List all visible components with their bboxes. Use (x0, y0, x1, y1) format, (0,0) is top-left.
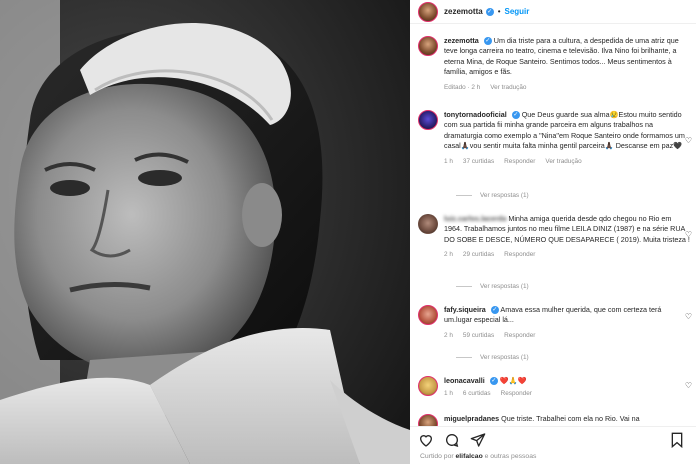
comment-time: 1 h (444, 390, 453, 398)
verified-icon: ✓ (483, 37, 492, 46)
heart-icon[interactable]: ♡ (685, 312, 692, 321)
share-icon[interactable] (470, 432, 486, 448)
replies-divider (456, 286, 472, 287)
liked-by-suffix[interactable]: e outras pessoas (485, 453, 537, 460)
verified-icon: ✓ (485, 7, 494, 16)
comment-likes[interactable]: 29 curtidas (463, 251, 494, 258)
comments-panel: zezemotta ✓ • Seguir zezemotta ✓ Um dia … (410, 0, 696, 464)
see-translation-link[interactable]: Ver tradução (545, 158, 581, 165)
comment-time: 2 h (444, 331, 453, 339)
comment-likes[interactable]: 59 curtidas (463, 332, 494, 339)
heart-icon[interactable] (418, 432, 434, 448)
comment-likes[interactable]: 6 curtidas (463, 390, 491, 397)
verified-icon: ✓ (489, 377, 498, 386)
separator-dot: • (497, 7, 501, 16)
comment-text: fafy.siqueira ✓ Amava essa mulher querid… (444, 305, 690, 326)
post-username[interactable]: zezemotta (444, 7, 483, 16)
post-header: zezemotta ✓ • Seguir (410, 0, 696, 24)
comment-meta: 2 h 29 curtidas Responder (444, 251, 690, 258)
replies-divider (456, 195, 472, 196)
avatar[interactable] (418, 36, 438, 56)
comment-item: leonacavalli ✓ ❤️🙏❤️ 1 h 6 curtidas Resp… (418, 376, 690, 397)
post-photo (0, 0, 410, 464)
reply-button[interactable]: Responder (501, 390, 532, 397)
avatar[interactable] (418, 376, 438, 396)
comment-meta: 1 h 6 curtidas Responder (444, 390, 532, 397)
liked-by-user[interactable]: elifalcao (456, 453, 483, 460)
view-replies-label[interactable]: Ver respostas (1) (480, 192, 529, 199)
avatar[interactable] (418, 110, 438, 130)
comment-text: miguelpradanes Que triste. Trabalhei com… (444, 414, 640, 424)
edited-label: Editado · 2 h (444, 83, 481, 91)
comment-meta: 2 h 59 curtidas Responder (444, 332, 690, 339)
comment-time: 1 h (444, 157, 453, 165)
verified-icon: ✓ (511, 111, 520, 120)
caption-text: zezemotta ✓ Um dia triste para a cultura… (444, 36, 690, 78)
comment-username[interactable]: tonytornadooficial (444, 110, 507, 119)
comment-username[interactable]: luiz.carlos.lacerda (444, 214, 506, 223)
comment-text: tonytornadooficial ✓ Que Deus guarde sua… (444, 110, 690, 152)
view-replies-label[interactable]: Ver respostas (1) (480, 283, 529, 290)
reply-button[interactable]: Responder (504, 251, 535, 258)
comment-username[interactable]: fafy.siqueira (444, 305, 486, 314)
caption: zezemotta ✓ Um dia triste para a cultura… (418, 36, 690, 91)
replies-divider (456, 357, 472, 358)
comment-body: ❤️🙏❤️ (499, 376, 527, 385)
heart-icon[interactable]: ♡ (685, 381, 692, 390)
heart-icon[interactable]: ♡ (685, 136, 692, 145)
comment-item: tonytornadooficial ✓ Que Deus guarde sua… (418, 110, 690, 165)
avatar[interactable] (418, 214, 438, 234)
see-translation-link[interactable]: Ver tradução (490, 84, 526, 91)
comment-icon[interactable] (444, 432, 460, 448)
caption-username[interactable]: zezemotta (444, 36, 479, 45)
view-replies-link[interactable]: Ver respostas (1) (456, 354, 529, 361)
comment-text: luiz.carlos.lacerda Minha amiga querida … (444, 214, 690, 245)
caption-body: Um dia triste para a cultura, a despedid… (444, 36, 679, 77)
liked-by: Curtido por elifalcao e outras pessoas (420, 453, 536, 460)
comment-item: fafy.siqueira ✓ Amava essa mulher querid… (418, 305, 690, 339)
liked-by-prefix: Curtido por (420, 453, 454, 460)
comment-likes[interactable]: 37 curtidas (463, 158, 494, 165)
view-replies-link[interactable]: Ver respostas (1) (456, 192, 529, 199)
avatar[interactable] (418, 1, 438, 22)
follow-button[interactable]: Seguir (505, 7, 530, 16)
comment-username[interactable]: miguelpradanes (444, 414, 499, 423)
comment-item: luiz.carlos.lacerda Minha amiga querida … (418, 214, 690, 258)
reply-button[interactable]: Responder (504, 158, 535, 165)
comment-meta: 1 h 37 curtidas Responder Ver tradução (444, 158, 690, 165)
heart-icon[interactable]: ♡ (685, 230, 692, 239)
action-bar (410, 426, 696, 452)
bookmark-icon[interactable] (670, 432, 684, 448)
comment-text: leonacavalli ✓ ❤️🙏❤️ (444, 376, 532, 386)
comment-body: Que triste. Trabalhei com ela no Rio. Va… (501, 414, 640, 423)
portrait-image (0, 0, 410, 464)
reply-button[interactable]: Responder (504, 332, 535, 339)
avatar[interactable] (418, 305, 438, 325)
comment-time: 2 h (444, 251, 453, 259)
verified-icon: ✓ (490, 306, 499, 315)
view-replies-label[interactable]: Ver respostas (1) (480, 354, 529, 361)
view-replies-link[interactable]: Ver respostas (1) (456, 283, 529, 290)
caption-meta: Editado · 2 h Ver tradução (444, 84, 690, 91)
comment-username[interactable]: leonacavalli (444, 376, 485, 385)
